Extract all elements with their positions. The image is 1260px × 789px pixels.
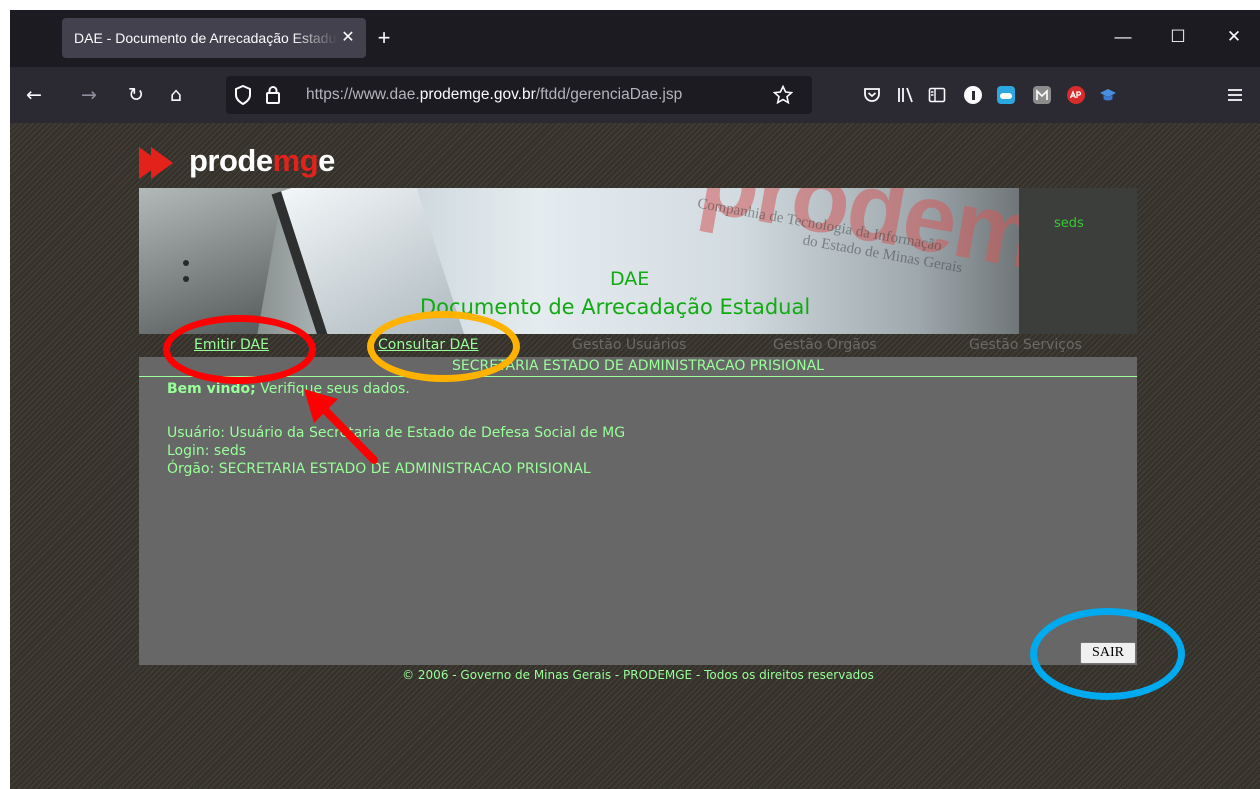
url-domain: prodemge.gov.br (419, 86, 536, 103)
maximize-button[interactable]: ☐ (1160, 22, 1196, 52)
pocket-icon[interactable] (856, 79, 888, 111)
logo-text-part3: e (318, 143, 335, 178)
annotation-circle-red (163, 315, 316, 384)
orgao-info: Órgão: SECRETARIA ESTADO DE ADMINISTRACA… (167, 461, 591, 477)
lock-icon[interactable] (258, 80, 288, 110)
graduation-cap-icon[interactable] (1099, 86, 1117, 104)
login-info: Login: seds (167, 443, 247, 459)
welcome-rest: Verifique seus dados. (255, 381, 410, 397)
url-text[interactable]: https://www.dae.prodemge.gov.br/ftdd/ger… (306, 86, 682, 104)
close-window-button[interactable]: ✕ (1216, 22, 1252, 52)
page-footer: © 2006 - Governo de Minas Gerais - PRODE… (402, 668, 874, 682)
minimize-button[interactable]: — (1105, 22, 1141, 52)
shield-icon[interactable] (228, 80, 258, 110)
page-viewport: prodemge prodemg Companhia de Tecnologia… (10, 123, 1260, 789)
banner-user-panel (1019, 188, 1137, 334)
logo-text: prodemge (189, 143, 335, 179)
close-tab-icon[interactable]: ✕ (338, 27, 358, 49)
menu-gestao-orgaos: Gestão Orgãos (773, 337, 877, 353)
banner-dae-label: DAE (610, 268, 650, 290)
browser-window: DAE - Documento de Arrecadação Estadual … (10, 10, 1260, 789)
usuario-info: Usuário: Usuário da Secretaria de Estado… (167, 425, 626, 441)
menu-gestao-usuarios: Gestão Usuários (572, 337, 687, 353)
annotation-circle-blue (1030, 608, 1185, 700)
tab-title-fade (292, 18, 338, 58)
annotation-circle-yellow (367, 311, 520, 382)
logged-user-label: seds (1054, 216, 1084, 231)
content-panel: SECRETARIA ESTADO DE ADMINISTRACAO PRISI… (139, 357, 1137, 665)
logo-text-highlight: mg (272, 143, 319, 178)
bookmark-star-icon[interactable] (767, 79, 799, 111)
cloud-extension-icon[interactable] (997, 86, 1015, 104)
tab-strip: DAE - Documento de Arrecadação Estadual … (10, 10, 1260, 67)
heading-divider (139, 376, 1137, 377)
back-icon[interactable]: ← (18, 79, 50, 111)
url-prefix: https://www.dae. (306, 86, 420, 103)
reload-icon[interactable]: ↻ (120, 79, 152, 111)
url-path: /ftdd/gerenciaDae.jsp (535, 86, 683, 103)
browser-tab[interactable]: DAE - Documento de Arrecadação Estadual … (62, 18, 366, 58)
m-extension-icon[interactable] (1033, 86, 1051, 104)
banner-dots (183, 260, 189, 290)
welcome-message: Bem vindo; Verifique seus dados. (167, 381, 410, 397)
library-icon[interactable] (890, 79, 922, 111)
home-icon[interactable]: ⌂ (160, 79, 192, 111)
url-bar[interactable]: https://www.dae.prodemge.gov.br/ftdd/ger… (226, 76, 812, 114)
header-banner: prodemg Companhia de Tecnologia da Infor… (139, 188, 1137, 334)
sidebar-icon[interactable] (921, 79, 953, 111)
banner-computer-image (139, 188, 285, 334)
adblock-plus-icon[interactable] (1067, 86, 1085, 104)
menu-icon[interactable] (1219, 79, 1251, 111)
info-extension-icon[interactable] (964, 86, 982, 104)
forward-icon[interactable]: → (73, 79, 105, 111)
logo-arrow-icon (151, 147, 173, 179)
navigation-toolbar: ← → ↻ ⌂ https://www.dae.prodemge.gov.br/… (10, 67, 1260, 123)
menu-gestao-servicos: Gestão Serviços (969, 337, 1082, 353)
new-tab-button[interactable]: + (370, 24, 398, 52)
logo-text-part1: prode (189, 143, 273, 178)
